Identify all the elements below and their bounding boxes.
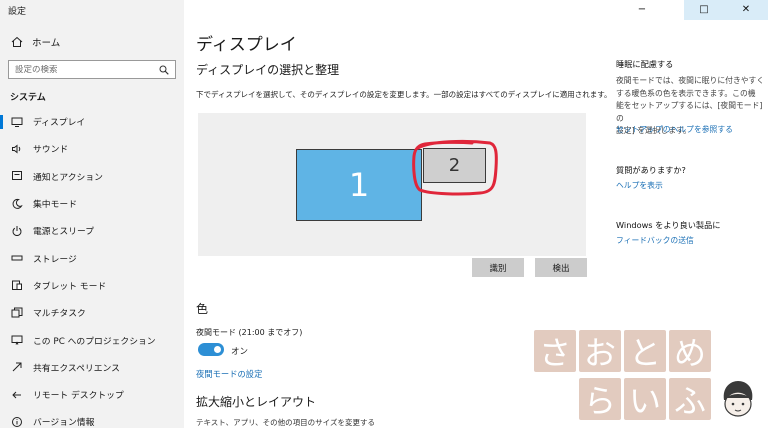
sidebar-item-notifications[interactable]: 通知とアクション xyxy=(0,163,184,190)
color-heading: 色 xyxy=(196,302,209,316)
search-box[interactable] xyxy=(8,60,176,79)
identify-button[interactable]: 識別 xyxy=(472,258,524,277)
sidebar-item-label: 集中モード xyxy=(33,200,77,211)
close-button[interactable]: ✕ xyxy=(728,0,764,18)
sidebar-item-remote[interactable]: リモート デスクトップ xyxy=(0,381,184,408)
setup-help-link[interactable]: セットアップのヘルプを参照する xyxy=(616,124,766,135)
sidebar-item-label: 電源とスリープ xyxy=(33,227,95,238)
rail-improve-title: Windows をより良い製品に xyxy=(616,220,721,230)
speaker-icon xyxy=(10,142,24,156)
sidebar-item-label: ディスプレイ xyxy=(33,118,86,129)
watermark-char: ら xyxy=(579,378,621,420)
rail-question-title: 質問がありますか? xyxy=(616,165,686,175)
sidebar-item-label: ストレージ xyxy=(33,254,77,265)
sidebar-item-label: タブレット モード xyxy=(33,281,107,292)
sidebar-nav: ディスプレイ サウンド 通知とアクション 集中モード 電源とスリープ ストレージ… xyxy=(0,108,184,428)
watermark-char: さ xyxy=(534,330,576,372)
search-input[interactable] xyxy=(15,64,159,75)
maximize-button[interactable]: □ xyxy=(686,0,722,18)
sidebar-item-tablet[interactable]: タブレット モード xyxy=(0,272,184,299)
watermark-char: ふ xyxy=(669,378,711,420)
watermark-char: お xyxy=(579,330,621,372)
watermark-char: め xyxy=(669,330,711,372)
monitor-2[interactable]: 2 xyxy=(423,148,486,183)
sidebar-item-label: この PC へのプロジェクション xyxy=(33,336,156,347)
monitor-1[interactable]: 1 xyxy=(296,149,422,221)
rail-body-line: 能をセットアップするには、[夜間モード] の xyxy=(616,101,763,123)
rail-body-line: 夜間モードでは、夜間に眠りに付きやすく xyxy=(616,76,765,85)
sidebar: 設定 ホーム システム ディスプレイ サウンド 通知とアクション 集中モード xyxy=(0,0,184,428)
notification-icon xyxy=(10,169,24,183)
tablet-icon xyxy=(10,278,24,292)
night-mode-settings-link[interactable]: 夜間モードの設定 xyxy=(196,368,262,380)
night-mode-state: オン xyxy=(231,347,249,357)
sidebar-item-label: バージョン情報 xyxy=(33,418,95,428)
watermark-char: と xyxy=(624,330,666,372)
sidebar-item-multitask[interactable]: マルチタスク xyxy=(0,299,184,326)
projection-icon xyxy=(10,333,24,347)
power-icon xyxy=(10,224,24,238)
sidebar-item-label: リモート デスクトップ xyxy=(33,391,124,402)
storage-icon xyxy=(10,251,24,265)
sidebar-item-power[interactable]: 電源とスリープ xyxy=(0,217,184,244)
detect-button[interactable]: 検出 xyxy=(535,258,587,277)
app-title: 設定 xyxy=(8,7,27,17)
multitask-icon xyxy=(10,306,24,320)
info-icon xyxy=(10,415,24,428)
share-icon xyxy=(10,360,24,374)
moon-icon xyxy=(10,197,24,211)
sidebar-item-projection[interactable]: この PC へのプロジェクション xyxy=(0,326,184,353)
sidebar-item-label: 通知とアクション xyxy=(33,172,103,183)
scale-description: テキスト、アプリ、その他の項目のサイズを変更する xyxy=(196,418,375,427)
minimize-button[interactable]: − xyxy=(624,0,660,18)
sidebar-item-label: 共有エクスペリエンス xyxy=(33,363,120,374)
sidebar-item-label: サウンド xyxy=(33,145,69,156)
sidebar-item-focus[interactable]: 集中モード xyxy=(0,190,184,217)
sidebar-item-about[interactable]: バージョン情報 xyxy=(0,408,184,428)
search-icon[interactable] xyxy=(159,65,169,75)
help-link[interactable]: ヘルプを表示 xyxy=(616,180,766,191)
sidebar-item-display[interactable]: ディスプレイ xyxy=(0,108,184,135)
rail-body-line: する暖色系の色を表示できます。この機 xyxy=(616,88,756,98)
watermark-char: い xyxy=(624,378,666,420)
sidebar-item-shared[interactable]: 共有エクスペリエンス xyxy=(0,354,184,381)
sidebar-item-sound[interactable]: サウンド xyxy=(0,135,184,162)
home-nav-item[interactable]: ホーム xyxy=(10,34,60,50)
monitor-icon xyxy=(10,115,24,129)
section-label-system: システム xyxy=(10,93,46,103)
page-title: ディスプレイ xyxy=(196,35,297,55)
home-label: ホーム xyxy=(32,38,61,49)
arrange-description: 下でディスプレイを選択して、そのディスプレイの設定を変更します。一部の設定はすべ… xyxy=(196,90,612,99)
sidebar-item-label: マルチタスク xyxy=(33,309,86,320)
feedback-link[interactable]: フィードバックの送信 xyxy=(616,235,766,246)
mascot-face-icon xyxy=(723,381,753,417)
home-icon xyxy=(10,36,24,48)
scale-heading: 拡大縮小とレイアウト xyxy=(196,395,317,409)
night-mode-label: 夜間モード (21:00 までオフ) xyxy=(196,328,303,337)
arrange-heading: ディスプレイの選択と整理 xyxy=(196,63,340,77)
sidebar-item-storage[interactable]: ストレージ xyxy=(0,244,184,271)
watermark-logo: さ お と め ら い ふ xyxy=(534,330,724,428)
night-mode-toggle[interactable] xyxy=(198,343,224,356)
display-arrangement-area[interactable]: 1 2 xyxy=(198,113,586,256)
remote-icon xyxy=(10,388,24,402)
rail-sleep-title: 睡眠に配慮する xyxy=(616,59,674,69)
